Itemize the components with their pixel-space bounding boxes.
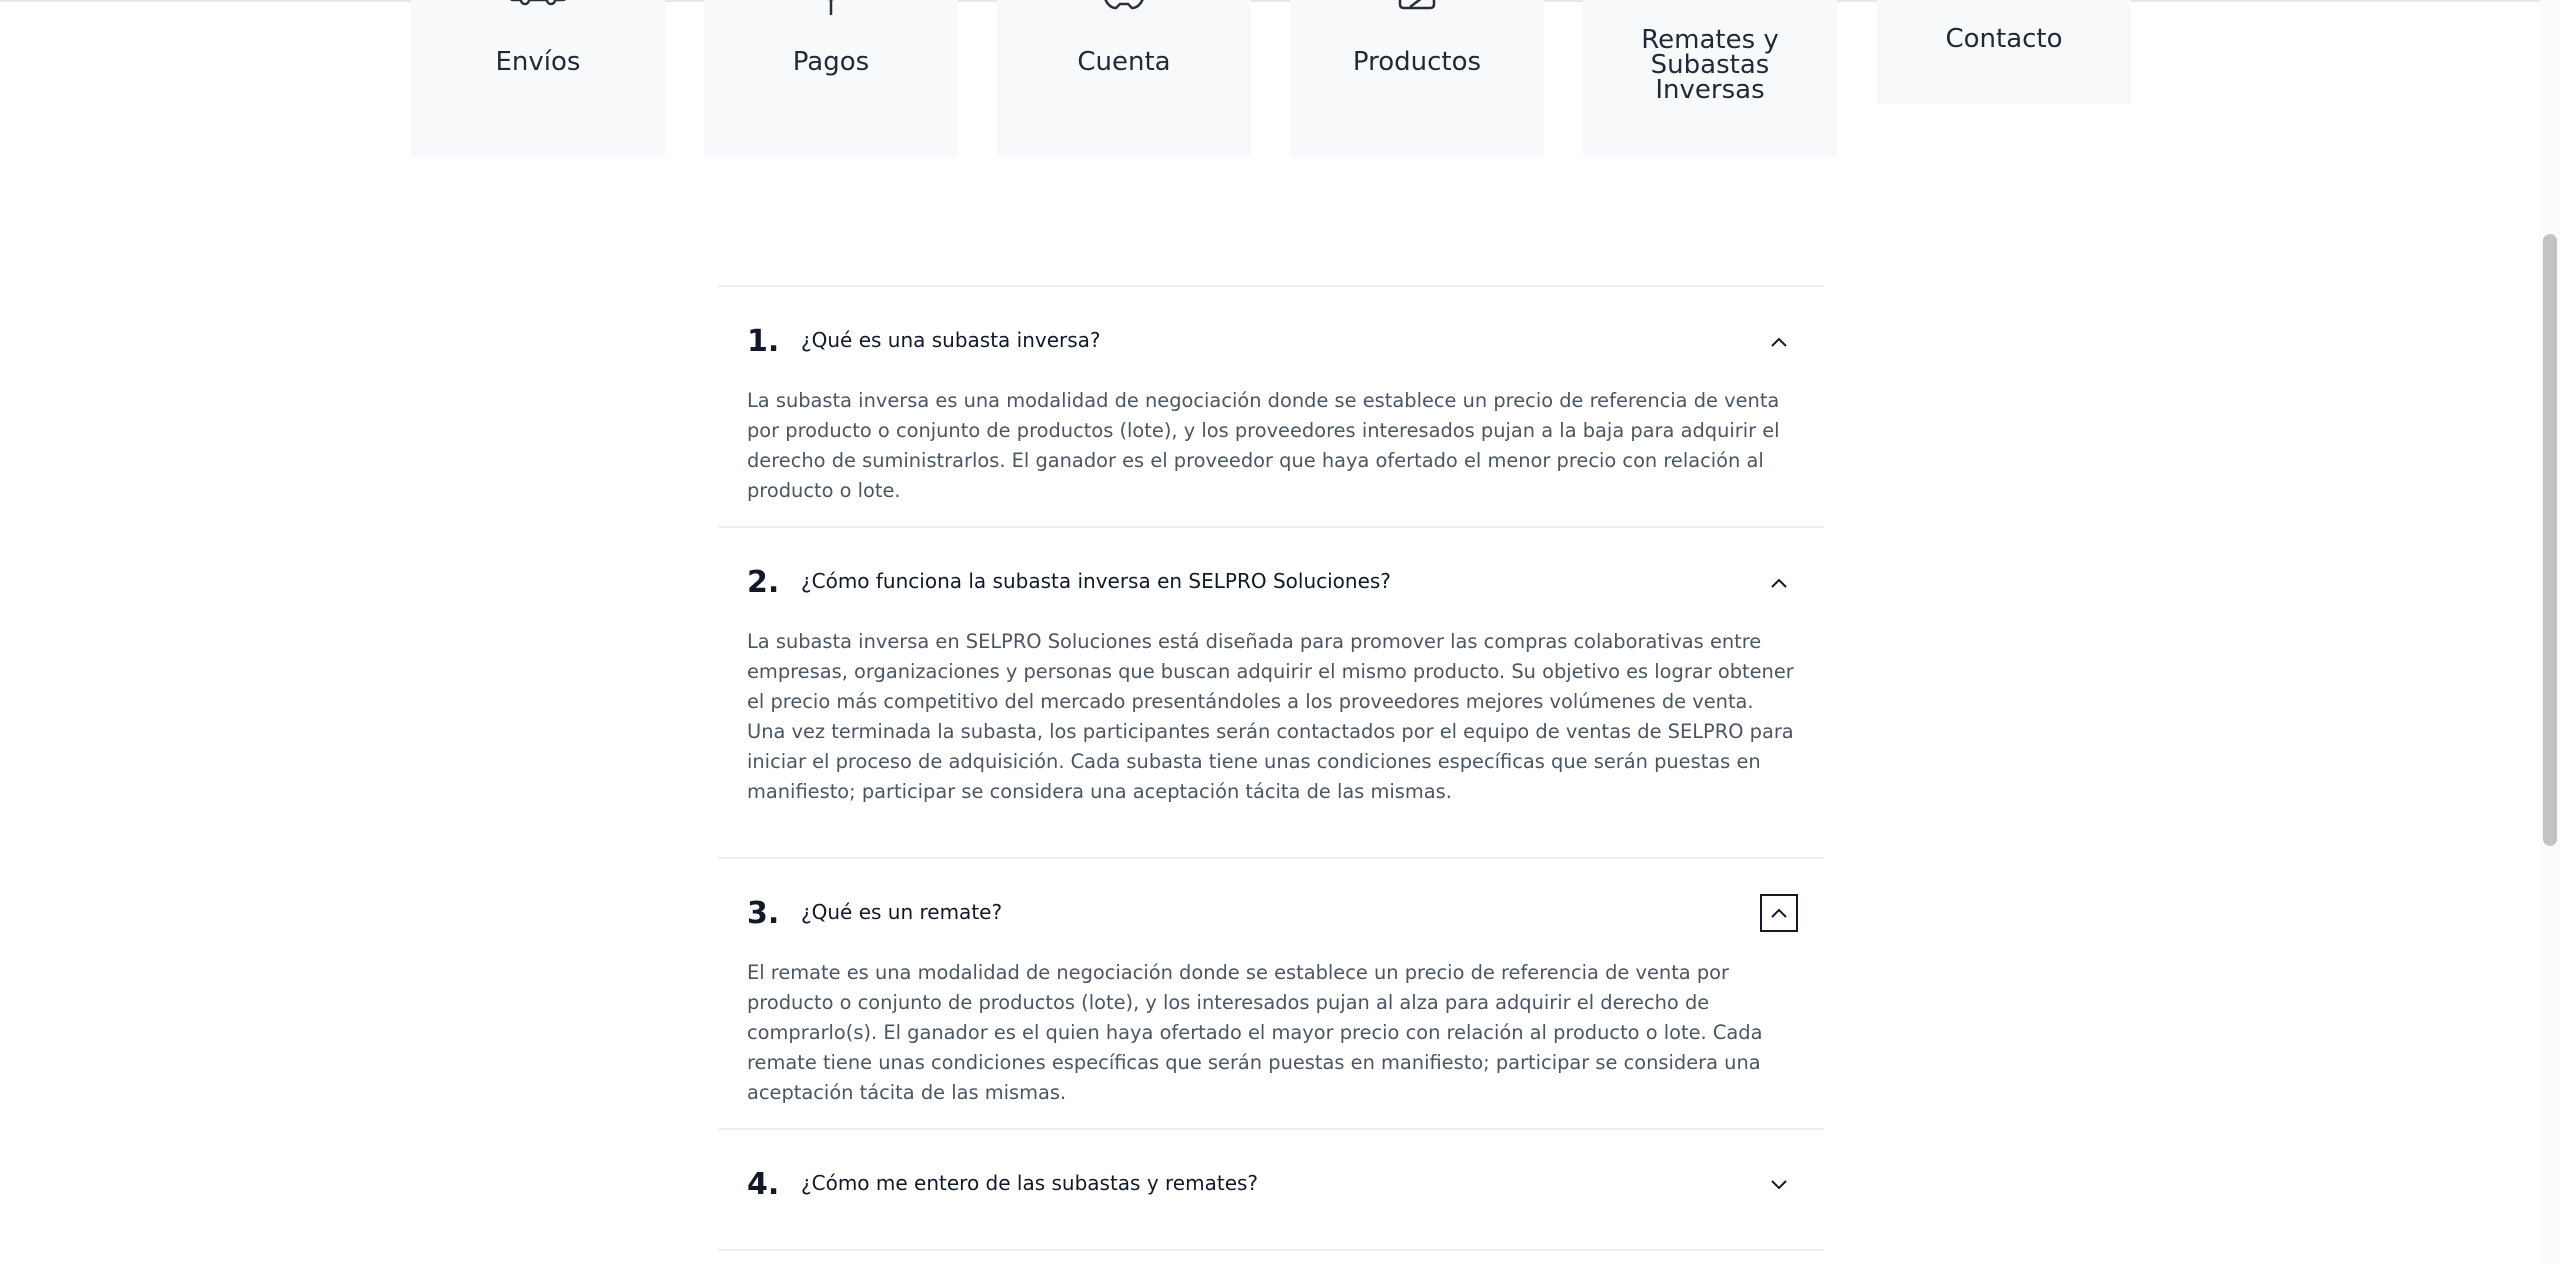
user-gear-icon bbox=[1104, 0, 1144, 10]
category-card-envios[interactable]: Envíos bbox=[411, 0, 665, 157]
faq-number: 4. bbox=[747, 1167, 780, 1202]
faq-divider bbox=[718, 285, 1824, 287]
faq-toggle-button[interactable] bbox=[1760, 564, 1798, 602]
chevron-up-icon bbox=[1771, 578, 1787, 588]
category-label: Contacto bbox=[1945, 24, 2063, 54]
category-label: Pagos bbox=[792, 47, 870, 77]
chevron-down-icon bbox=[1771, 1180, 1787, 1190]
faq-number: 2. bbox=[747, 565, 780, 600]
box-icon bbox=[1398, 0, 1436, 10]
category-card-cuenta[interactable]: Cuenta bbox=[997, 0, 1251, 157]
faq-question[interactable]: ¿Qué es una subasta inversa? bbox=[801, 328, 1101, 352]
faq-number: 3. bbox=[747, 896, 780, 931]
faq-answer: La subasta inversa es una modalidad de n… bbox=[747, 389, 1780, 502]
chevron-up-icon bbox=[1771, 337, 1787, 347]
faq-question[interactable]: ¿Qué es un remate? bbox=[801, 900, 1002, 924]
faq-answer: El remate es una modalidad de negociació… bbox=[747, 961, 1763, 1104]
category-card-contacto[interactable]: Contacto bbox=[1877, 0, 2131, 104]
faq-divider bbox=[718, 526, 1824, 528]
faq-number: 1. bbox=[747, 324, 780, 359]
vertical-scrollbar[interactable] bbox=[2540, 0, 2560, 1264]
faq-divider bbox=[718, 1128, 1824, 1130]
top-border bbox=[0, 0, 2548, 2]
faq-divider bbox=[718, 1249, 1824, 1251]
category-card-remates-subastas[interactable]: Remates y Subastas Inversas bbox=[1583, 0, 1837, 157]
category-card-productos[interactable]: Productos bbox=[1290, 0, 1544, 157]
faq-toggle-button[interactable] bbox=[1760, 894, 1798, 932]
faq-toggle-button[interactable] bbox=[1760, 323, 1798, 361]
faq-answer: La subasta inversa en SELPRO Soluciones … bbox=[747, 630, 1794, 803]
faq-question[interactable]: ¿Cómo me entero de las subastas y remate… bbox=[801, 1171, 1258, 1195]
category-label: Envíos bbox=[495, 47, 581, 77]
category-label: Productos bbox=[1352, 47, 1482, 77]
category-label: Remates y Subastas Inversas bbox=[1641, 25, 1779, 105]
truck-icon bbox=[510, 0, 566, 6]
wallet-icon bbox=[827, 0, 835, 15]
category-label: Cuenta bbox=[1077, 47, 1171, 77]
category-card-pagos[interactable]: Pagos bbox=[704, 0, 958, 157]
faq-question[interactable]: ¿Cómo funciona la subasta inversa en SEL… bbox=[801, 569, 1391, 593]
faq-toggle-button[interactable] bbox=[1760, 1166, 1798, 1204]
scrollbar-thumb[interactable] bbox=[2543, 234, 2557, 846]
faq-divider bbox=[718, 857, 1824, 859]
chevron-up-icon bbox=[1771, 908, 1787, 918]
